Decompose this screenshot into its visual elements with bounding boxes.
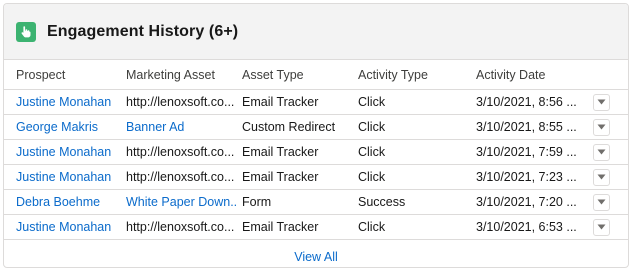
asset-type-text: Email Tracker: [242, 220, 319, 234]
activity-type-text: Click: [358, 220, 386, 234]
activity-type-text: Click: [358, 145, 386, 159]
prospect-link[interactable]: Debra Boehme: [16, 195, 124, 209]
chevron-down-icon: [597, 99, 606, 105]
table-row: Justine Monahan http://lenoxsoft.co... E…: [4, 140, 628, 165]
table-row: Justine Monahan http://lenoxsoft.co... E…: [4, 90, 628, 115]
marketing-asset-text: http://lenoxsoft.co...: [126, 95, 235, 109]
view-all-link[interactable]: View All: [294, 250, 338, 264]
prospect-link[interactable]: Justine Monahan: [16, 170, 124, 184]
chevron-down-icon: [597, 224, 606, 230]
asset-type-text: Email Tracker: [242, 145, 319, 159]
chevron-down-icon: [597, 124, 606, 130]
column-header-activity-type[interactable]: Activity Type: [358, 68, 470, 82]
asset-type-text: Email Tracker: [242, 170, 319, 184]
activity-type-text: Click: [358, 120, 386, 134]
chevron-down-icon: [597, 199, 606, 205]
row-actions-button[interactable]: [593, 168, 610, 186]
column-header-prospect[interactable]: Prospect: [16, 68, 124, 82]
column-header-asset-type[interactable]: Asset Type: [242, 68, 354, 82]
card-title: Engagement History (6+): [47, 22, 239, 40]
card-header: Engagement History (6+): [4, 4, 628, 60]
activity-date-text: 3/10/2021, 7:23 ...: [476, 170, 577, 184]
table-row: Justine Monahan http://lenoxsoft.co... E…: [4, 165, 628, 190]
marketing-asset-link[interactable]: Banner Ad: [126, 120, 238, 134]
activity-date-text: 3/10/2021, 7:20 ...: [476, 195, 577, 209]
marketing-asset-text: http://lenoxsoft.co...: [126, 170, 235, 184]
table-header: Prospect Marketing Asset Asset Type Acti…: [4, 60, 628, 90]
row-actions-button[interactable]: [593, 93, 610, 111]
prospect-link[interactable]: Justine Monahan: [16, 145, 124, 159]
asset-type-text: Form: [242, 195, 272, 209]
marketing-asset-text: http://lenoxsoft.co...: [126, 145, 235, 159]
prospect-link[interactable]: Justine Monahan: [16, 95, 124, 109]
row-actions-button[interactable]: [593, 193, 610, 211]
table-row: Justine Monahan http://lenoxsoft.co... E…: [4, 215, 628, 240]
row-actions-button[interactable]: [593, 118, 610, 136]
activity-date-text: 3/10/2021, 7:59 ...: [476, 145, 577, 159]
engagement-history-card: Engagement History (6+) Prospect Marketi…: [3, 3, 629, 268]
asset-type-text: Custom Redirect: [242, 120, 336, 134]
table-row: George Makris Banner Ad Custom Redirect …: [4, 115, 628, 140]
row-actions-button[interactable]: [593, 218, 610, 236]
activity-type-text: Success: [358, 195, 406, 209]
activity-date-text: 3/10/2021, 6:53 ...: [476, 220, 577, 234]
prospect-link[interactable]: Justine Monahan: [16, 220, 124, 234]
chevron-down-icon: [597, 174, 606, 180]
activity-date-text: 3/10/2021, 8:56 ...: [476, 95, 577, 109]
marketing-asset-text: http://lenoxsoft.co...: [126, 220, 235, 234]
prospect-link[interactable]: George Makris: [16, 120, 124, 134]
asset-type-text: Email Tracker: [242, 95, 319, 109]
activity-type-text: Click: [358, 170, 386, 184]
card-footer: View All: [4, 240, 628, 267]
column-header-marketing-asset[interactable]: Marketing Asset: [126, 68, 238, 82]
row-actions-button[interactable]: [593, 143, 610, 161]
column-header-activity-date[interactable]: Activity Date: [476, 68, 588, 82]
marketing-asset-link[interactable]: White Paper Down...: [126, 195, 238, 209]
hand-pointer-icon: [16, 21, 36, 42]
activity-date-text: 3/10/2021, 8:55 ...: [476, 120, 577, 134]
table-row: Debra Boehme White Paper Down... Form Su…: [4, 190, 628, 215]
activity-type-text: Click: [358, 95, 386, 109]
chevron-down-icon: [597, 149, 606, 155]
